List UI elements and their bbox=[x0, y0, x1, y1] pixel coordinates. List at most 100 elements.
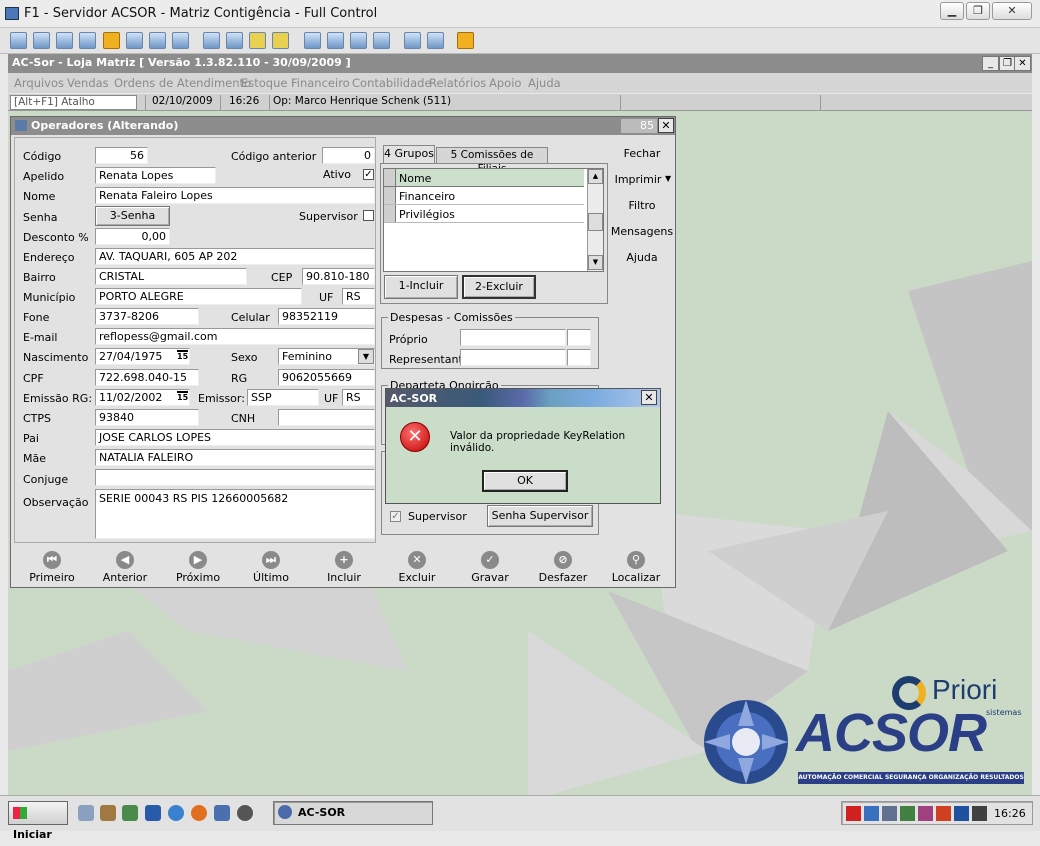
toolbar-icon-4[interactable] bbox=[79, 32, 96, 49]
filtro-button[interactable]: Filtro bbox=[609, 199, 675, 212]
menu-arquivos[interactable]: Arquivos bbox=[14, 76, 64, 90]
tray-icon-5[interactable] bbox=[918, 806, 933, 821]
ajuda-button[interactable]: Ajuda bbox=[609, 251, 675, 264]
menu-apoio[interactable]: Apoio bbox=[489, 76, 521, 90]
toolbar-icon-8[interactable] bbox=[172, 32, 189, 49]
mae-field[interactable]: NATALIA FALEIRO bbox=[95, 449, 375, 466]
scroll-down-icon[interactable]: ▼ bbox=[588, 255, 603, 270]
tab-comissoes[interactable]: 5 Comissões de Filiais bbox=[436, 147, 548, 175]
toolbar-icon-13[interactable] bbox=[304, 32, 321, 49]
grid-scrollbar[interactable]: ▲ ▼ bbox=[587, 169, 603, 271]
minimize-button[interactable]: ▁ bbox=[940, 2, 964, 20]
gravar-button[interactable]: ✓ Gravar bbox=[455, 551, 525, 584]
quicklaunch-icon-1[interactable] bbox=[78, 805, 94, 821]
tab-grupos[interactable]: 4 Grupos bbox=[383, 145, 435, 163]
ok-button[interactable]: OK bbox=[482, 470, 568, 492]
ativo-checkbox[interactable]: ✓ bbox=[363, 169, 374, 180]
toolbar-icon-2[interactable] bbox=[33, 32, 50, 49]
conjuge-field[interactable] bbox=[95, 469, 375, 486]
dialog-close-button[interactable]: ✕ bbox=[658, 118, 674, 133]
ie-icon[interactable] bbox=[168, 805, 184, 821]
error-close-button[interactable]: ✕ bbox=[641, 390, 657, 405]
chevron-down-icon[interactable]: ▼ bbox=[358, 349, 374, 364]
toolbar-icon-15[interactable] bbox=[350, 32, 367, 49]
emissao-field[interactable]: 11/02/2002 bbox=[95, 389, 190, 406]
imprimir-button[interactable]: Imprimir bbox=[609, 173, 667, 186]
phone-icon[interactable] bbox=[149, 32, 166, 49]
toolbar-icon-3[interactable] bbox=[56, 32, 73, 49]
tray-icon-4[interactable] bbox=[900, 806, 915, 821]
uf-field[interactable]: RS bbox=[342, 288, 375, 305]
nome-field[interactable]: Renata Faleiro Lopes bbox=[95, 187, 375, 204]
desconto-field[interactable]: 0,00 bbox=[95, 228, 170, 245]
quicklaunch-icon-7[interactable] bbox=[214, 805, 230, 821]
primeiro-button[interactable]: ⏮ Primeiro bbox=[17, 551, 87, 584]
toolbar-icon-5[interactable] bbox=[103, 32, 120, 49]
excluir-nav-button[interactable]: ✕ Excluir bbox=[382, 551, 452, 584]
menu-estoque[interactable]: Estoque bbox=[241, 76, 287, 90]
grid-row[interactable]: Privilégios bbox=[384, 205, 584, 223]
close-button[interactable]: ✕ bbox=[992, 2, 1032, 20]
cnh-field[interactable] bbox=[278, 409, 375, 426]
quicklaunch-icon-8[interactable] bbox=[237, 805, 253, 821]
fechar-button[interactable]: Fechar bbox=[609, 147, 675, 160]
excluir-button[interactable]: 2-Excluir bbox=[462, 275, 536, 299]
app-minimize-button[interactable]: _ bbox=[982, 56, 999, 71]
tray-icon-8[interactable] bbox=[972, 806, 987, 821]
fone-field[interactable]: 3737-8206 bbox=[95, 308, 199, 325]
tray-icon-2[interactable] bbox=[864, 806, 879, 821]
ultimo-button[interactable]: ⏭ Último bbox=[236, 551, 306, 584]
incluir-button[interactable]: 1-Incluir bbox=[384, 275, 458, 299]
menu-relatorios[interactable]: Relatórios bbox=[429, 76, 486, 90]
bairro-field[interactable]: CRISTAL bbox=[95, 268, 247, 285]
mensagens-button[interactable]: Mensagens bbox=[609, 225, 675, 238]
apelido-field[interactable]: Renata Lopes bbox=[95, 167, 216, 184]
scroll-up-icon[interactable]: ▲ bbox=[588, 169, 603, 184]
calendar-icon-2[interactable]: 15 bbox=[177, 391, 188, 403]
supervisor-checkbox[interactable] bbox=[363, 210, 374, 221]
shortcut-field[interactable]: [Alt+F1] Atalho bbox=[10, 95, 137, 110]
quicklaunch-icon-4[interactable] bbox=[145, 805, 161, 821]
toolbar-icon-16[interactable] bbox=[373, 32, 390, 49]
codigo-anterior-field[interactable]: 0 bbox=[322, 147, 375, 164]
localizar-button[interactable]: ⚲ Localizar bbox=[601, 551, 671, 584]
grid-row[interactable]: Financeiro bbox=[384, 187, 584, 205]
toolbar-icon-1[interactable] bbox=[10, 32, 27, 49]
menu-financeiro[interactable]: Financeiro bbox=[291, 76, 350, 90]
tray-icon-3[interactable] bbox=[882, 806, 897, 821]
ctps-field[interactable]: 93840 bbox=[95, 409, 199, 426]
toolbar-icon-9[interactable] bbox=[203, 32, 220, 49]
tray-icon-1[interactable] bbox=[846, 806, 861, 821]
proximo-button[interactable]: ▶ Próximo bbox=[163, 551, 233, 584]
toolbar-icon-11[interactable] bbox=[249, 32, 266, 49]
quicklaunch-icon-3[interactable] bbox=[122, 805, 138, 821]
menu-ordens[interactable]: Ordens de Atendimento bbox=[114, 76, 251, 90]
nascimento-field[interactable]: 27/04/1975 bbox=[95, 348, 190, 365]
incluir-nav-button[interactable]: + Incluir bbox=[309, 551, 379, 584]
quicklaunch-icon-2[interactable] bbox=[100, 805, 116, 821]
supervisor-check[interactable]: ✓ bbox=[390, 511, 401, 522]
representante-field[interactable] bbox=[460, 349, 566, 366]
menu-vendas[interactable]: Vendas bbox=[67, 76, 109, 90]
cep-field[interactable]: 90.810-180 bbox=[302, 268, 375, 285]
uf2-field[interactable]: RS bbox=[342, 389, 375, 406]
celular-field[interactable]: 98352119 bbox=[278, 308, 375, 325]
proprio-field[interactable] bbox=[460, 329, 566, 346]
toolbar-icon-14[interactable] bbox=[327, 32, 344, 49]
tools-icon[interactable] bbox=[427, 32, 444, 49]
imprimir-dropdown-icon[interactable]: ▼ bbox=[665, 174, 671, 183]
senha-button[interactable]: 3-Senha bbox=[95, 206, 170, 226]
desfazer-button[interactable]: ⊘ Desfazer bbox=[528, 551, 598, 584]
toolbar-icon-12[interactable] bbox=[272, 32, 289, 49]
firefox-icon[interactable] bbox=[191, 805, 207, 821]
municipio-field[interactable]: PORTO ALEGRE bbox=[95, 288, 302, 305]
endereco-field[interactable]: AV. TAQUARI, 605 AP 202 bbox=[95, 248, 375, 265]
tray-icon-6[interactable] bbox=[936, 806, 951, 821]
maximize-button[interactable]: ❐ bbox=[966, 2, 990, 20]
start-button[interactable]: Iniciar bbox=[8, 801, 68, 841]
cpf-field[interactable]: 722.698.040-15 bbox=[95, 369, 199, 386]
exit-icon[interactable] bbox=[457, 32, 474, 49]
anterior-button[interactable]: ◀ Anterior bbox=[90, 551, 160, 584]
app-close-button[interactable]: ✕ bbox=[1014, 56, 1031, 71]
menu-contabilidade[interactable]: Contabilidade bbox=[352, 76, 432, 90]
